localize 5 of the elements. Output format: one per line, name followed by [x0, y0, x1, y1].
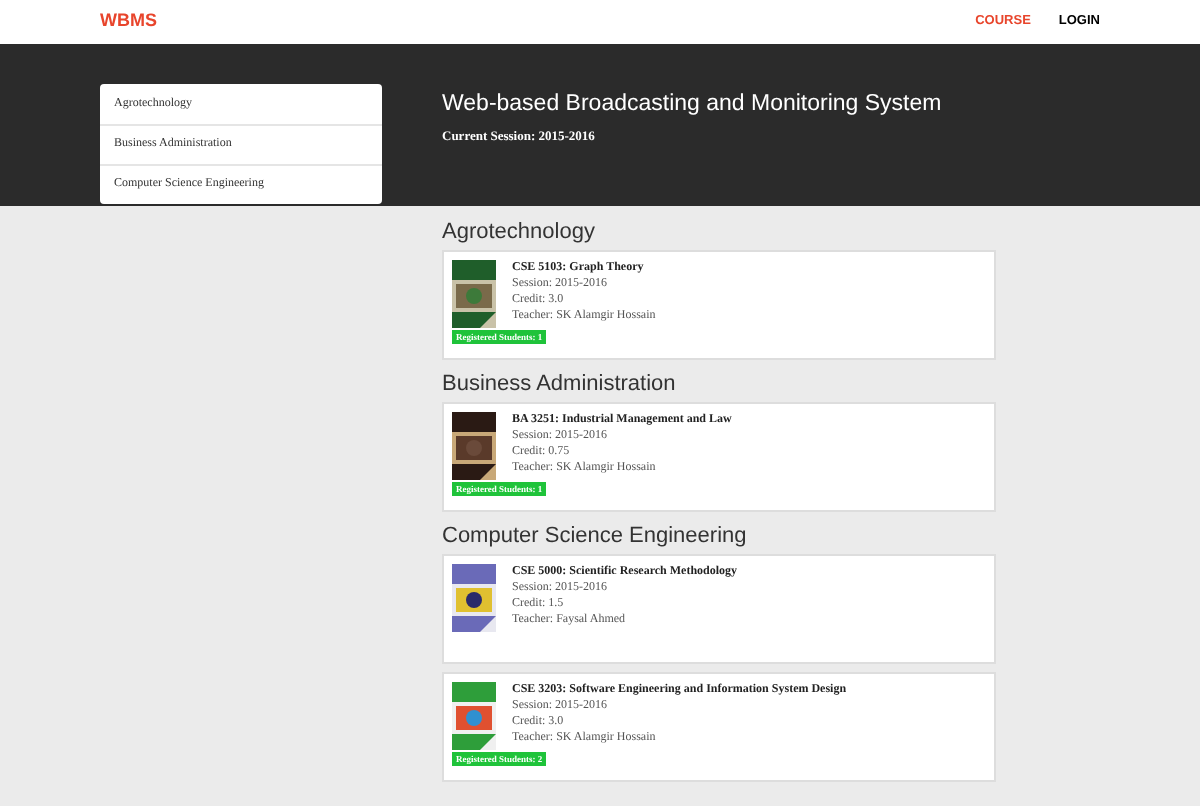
department-heading: Computer Science Engineering: [442, 522, 749, 552]
brand-logo[interactable]: WBMS: [100, 8, 157, 36]
department-heading: Business Administration: [442, 370, 678, 400]
banner-title: Web-based Broadcasting and Monitoring System: [442, 90, 942, 120]
department-heading: Agrotechnology: [442, 218, 597, 248]
